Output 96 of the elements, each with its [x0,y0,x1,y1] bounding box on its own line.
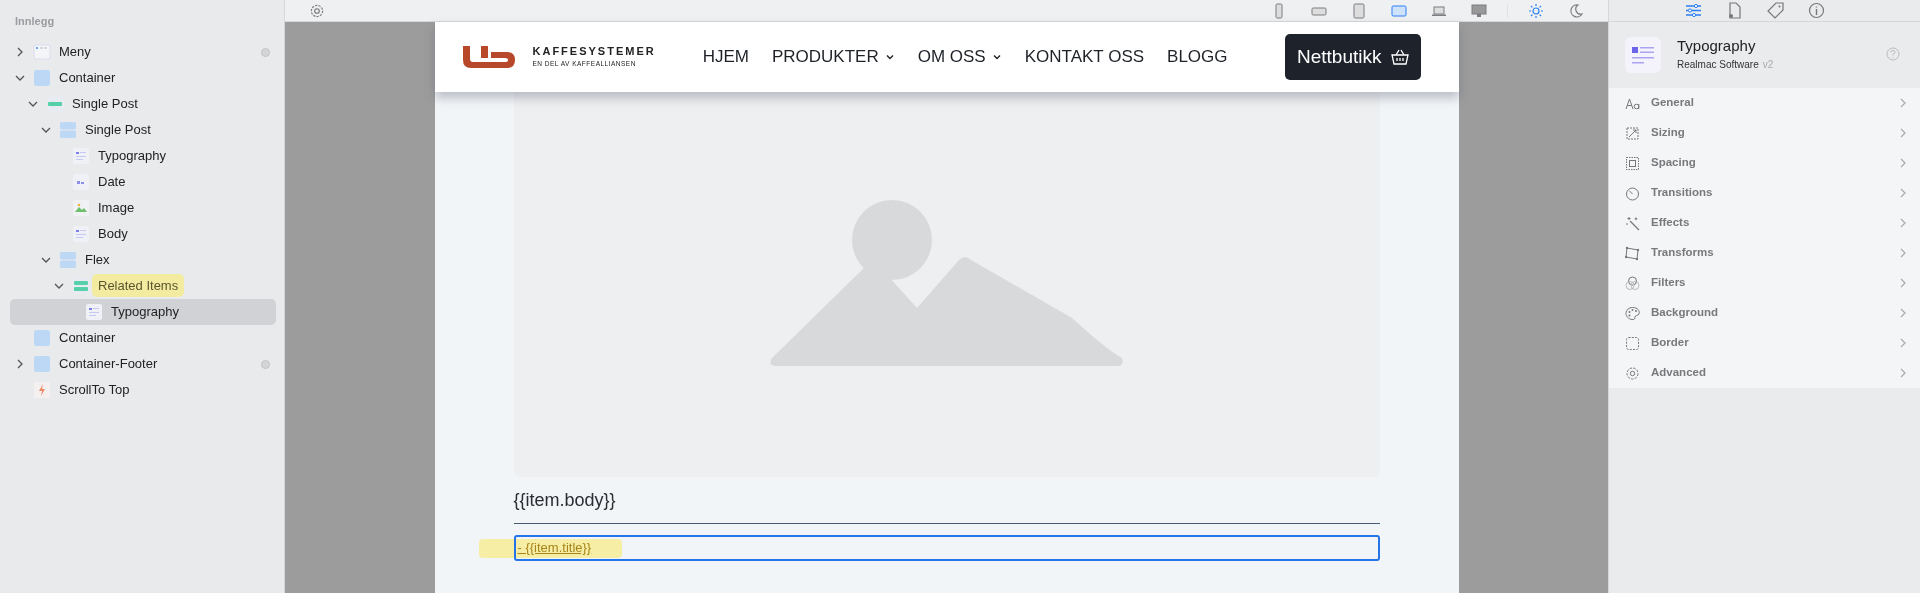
inspector-section[interactable]: General [1609,88,1920,118]
resize-icon [1625,125,1640,141]
component-vendor: Realmac Software [1677,58,1759,73]
item-label: Typography [98,146,166,165]
filters-icon [1625,275,1640,291]
text-icon [85,302,103,321]
tree-item[interactable]: Single Post [10,90,276,117]
tree-item[interactable]: Container-Footer [10,350,276,377]
item-label: Typography [111,302,179,321]
item-label: Container [59,328,116,347]
item-label: Container-Footer [59,354,158,373]
component-name: Typography [1677,37,1757,55]
nav-link[interactable]: PRODUKTER [771,44,895,70]
item-label: Image [98,198,135,217]
shop-button[interactable]: Nettbutikk [1285,33,1421,81]
item-label: Meny [59,42,91,61]
inspector-section[interactable]: Border [1609,328,1920,358]
inspector-section[interactable]: Background [1609,298,1920,328]
inspector-section[interactable]: Sizing [1609,118,1920,148]
chevron-right-icon [1898,128,1908,138]
nav-link[interactable]: OM OSS [917,44,1002,70]
inspector-section[interactable]: Advanced [1609,358,1920,388]
tree-item[interactable]: Container [10,64,276,91]
nav-link[interactable]: KONTAKT OSS [1024,44,1145,70]
caret-icon [991,52,1002,62]
tablet-icon[interactable] [1351,2,1367,19]
tablet-landscape-icon[interactable] [1391,2,1407,19]
square-icon [33,354,51,373]
chevron-right-icon [1898,218,1908,228]
sliders-icon[interactable] [1684,2,1702,19]
text-icon [72,146,90,165]
lightning-icon [33,380,51,399]
image-icon [72,198,90,217]
inspector-section[interactable]: Transitions [1609,178,1920,208]
inspector-section[interactable]: Effects [1609,208,1920,238]
chevron-right-icon [1898,158,1908,168]
desktop-icon[interactable] [1471,2,1487,19]
settings-icon [1625,365,1640,381]
item-label: Flex [85,250,110,269]
timer-icon [1625,185,1640,201]
inspector-section[interactable]: Spacing [1609,148,1920,178]
tree-item[interactable]: Container [10,324,276,351]
chevron-right-icon [1898,308,1908,318]
tree-item[interactable]: Meny [10,38,276,65]
typography-icon [1625,37,1661,73]
item-label: Single Post [72,94,138,113]
square-icon [33,68,51,87]
magic-wand-icon [1625,215,1640,231]
moon-icon[interactable] [1568,2,1584,19]
rows-icon [59,250,77,269]
section-icon [46,94,64,113]
tree-item[interactable]: Typography [10,298,276,325]
sun-icon[interactable] [1528,2,1544,19]
window-icon [33,42,51,61]
chevron-right-icon [1898,98,1908,108]
logo-icon [460,44,517,70]
component-version: v2 [1762,58,1774,73]
item-label: Container [59,68,116,87]
border-icon [1625,335,1640,351]
caret-icon [884,52,895,62]
tree-item[interactable]: Image [10,194,276,221]
text-icon [72,224,90,243]
tree-item[interactable]: Flex [10,246,276,273]
tree-item[interactable]: Date [10,168,276,195]
chevron-right-icon [1898,338,1908,348]
inspector-section[interactable]: Transforms [1609,238,1920,268]
panel-title: Innlegg [14,14,56,29]
body-text: {{item.body}} [513,487,1380,524]
item-label: ScrollTo Top [59,380,130,399]
spacing-icon [1625,155,1640,171]
square-icon [33,328,51,347]
list-icon [72,276,90,295]
info-icon[interactable] [1807,2,1825,19]
tree-item[interactable]: Body [10,220,276,247]
logo-name: KAFFESYSTEMER [532,46,656,58]
basket-icon [1390,49,1409,65]
item-label: Date [98,172,126,191]
tag-icon[interactable] [1766,2,1784,19]
tree-item[interactable]: Typography [10,142,276,169]
nav-link[interactable]: HJEM [702,44,749,70]
palette-icon [1625,305,1640,321]
settings-icon[interactable] [309,2,325,19]
item-label: Related Items [92,273,185,298]
chevron-right-icon [1898,188,1908,198]
transform-icon [1625,245,1640,261]
inspector-section[interactable]: Filters [1609,268,1920,298]
item-label: Body [98,224,128,243]
chevron-right-icon [1898,278,1908,288]
tree-item[interactable]: Related Items [10,272,276,299]
tree-item[interactable]: ScrollTo Top [10,376,276,403]
tree-item[interactable]: Single Post [10,116,276,143]
item-label: Single Post [85,120,151,139]
rows-icon [59,120,77,139]
nav-link[interactable]: BLOGG [1167,44,1228,70]
chevron-right-icon [1898,248,1908,258]
chevron-right-icon [1898,368,1908,378]
